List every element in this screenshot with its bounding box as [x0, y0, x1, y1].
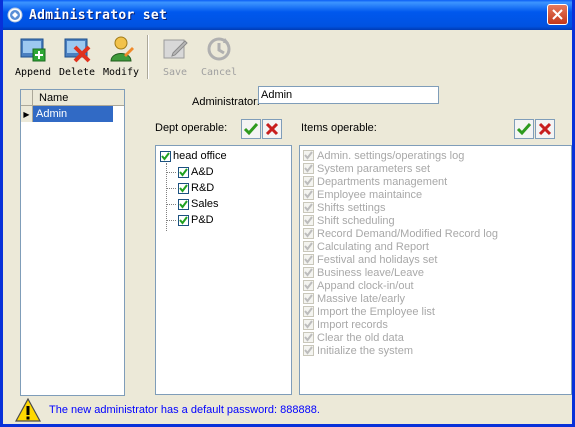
tree-item-dept[interactable]: P&D — [178, 213, 214, 227]
list-item[interactable]: Clear the old data — [303, 331, 404, 344]
checkbox[interactable] — [303, 332, 314, 343]
append-label: Append — [14, 67, 52, 78]
administrator-input[interactable] — [258, 86, 439, 104]
checkbox[interactable] — [178, 198, 189, 210]
tree-item-head-office[interactable]: head office — [160, 149, 227, 163]
list-item[interactable]: Import the Employee list — [303, 305, 435, 318]
delete-button[interactable]: Delete — [55, 33, 99, 83]
window-title: Administrator set — [29, 7, 168, 23]
administrator-set-window: Administrator set Append Delete Modify S… — [0, 0, 575, 427]
department-tree: head office A&D R&D Sales P&D — [155, 145, 292, 395]
list-item[interactable]: Business leave/Leave — [303, 266, 424, 279]
toolbar-separator — [147, 35, 149, 79]
tree-item-label: R&D — [191, 182, 215, 194]
tree-item-label: head office — [173, 150, 227, 162]
list-item[interactable]: Departments management — [303, 175, 447, 188]
administrator-grid[interactable]: Name ▶ Admin — [20, 89, 125, 396]
checkbox[interactable] — [160, 150, 171, 162]
checkbox[interactable] — [303, 228, 314, 239]
checkbox[interactable] — [303, 280, 314, 291]
checkbox[interactable] — [178, 166, 189, 178]
delete-label: Delete — [58, 67, 96, 78]
items-operable-list: Admin. settings/operatings log System pa… — [299, 145, 572, 395]
append-button[interactable]: Append — [11, 33, 55, 83]
toolbar: Append Delete Modify Save Cancel — [11, 33, 241, 83]
list-item[interactable]: System parameters set — [303, 162, 430, 175]
close-button[interactable] — [547, 4, 568, 25]
dept-select-all-button[interactable] — [241, 119, 261, 139]
administrator-label: Administrator: — [192, 96, 260, 108]
status-message: The new administrator has a default pass… — [49, 404, 320, 416]
items-clear-all-button[interactable] — [535, 119, 555, 139]
title-bar: Administrator set — [3, 0, 572, 30]
cross-icon — [538, 122, 552, 136]
dept-operable-label: Dept operable: — [155, 122, 228, 134]
save-label: Save — [162, 67, 188, 78]
list-item[interactable]: Shift scheduling — [303, 214, 395, 227]
checkbox[interactable] — [303, 163, 314, 174]
tree-item-dept[interactable]: A&D — [178, 165, 214, 179]
checkbox[interactable] — [303, 215, 314, 226]
grid-header: Name — [21, 90, 124, 106]
list-item[interactable]: Record Demand/Modified Record log — [303, 227, 498, 240]
checkbox[interactable] — [303, 319, 314, 330]
list-item[interactable]: Appand clock-in/out — [303, 279, 414, 292]
dept-clear-all-button[interactable] — [262, 119, 282, 139]
close-icon — [552, 9, 563, 20]
warning-icon — [15, 398, 41, 422]
cancel-label: Cancel — [200, 67, 238, 78]
checkbox[interactable] — [303, 254, 314, 265]
list-item[interactable]: Festival and holidays set — [303, 253, 437, 266]
cancel-button[interactable]: Cancel — [197, 33, 241, 83]
checkbox[interactable] — [303, 202, 314, 213]
checkbox[interactable] — [303, 267, 314, 278]
items-operable-label: Items operable: — [301, 122, 377, 134]
check-icon — [516, 123, 532, 136]
save-icon — [163, 39, 188, 59]
admin-name-cell[interactable]: Admin — [33, 106, 113, 122]
checkbox[interactable] — [178, 214, 189, 226]
table-row[interactable]: ▶ Admin — [21, 106, 124, 122]
checkbox[interactable] — [303, 241, 314, 252]
modify-button[interactable]: Modify — [99, 33, 143, 83]
checkbox[interactable] — [303, 150, 314, 161]
list-item[interactable]: Initialize the system — [303, 344, 413, 357]
checkbox[interactable] — [178, 182, 189, 194]
checkbox[interactable] — [303, 293, 314, 304]
delete-icon — [64, 38, 91, 63]
list-item[interactable]: Shifts settings — [303, 201, 385, 214]
checkbox[interactable] — [303, 176, 314, 187]
tree-item-label: P&D — [191, 214, 214, 226]
tree-item-label: Sales — [191, 198, 219, 210]
list-item[interactable]: Admin. settings/operatings log — [303, 149, 464, 162]
name-column-header[interactable]: Name — [33, 90, 68, 105]
modify-label: Modify — [102, 67, 140, 78]
status-bar: The new administrator has a default pass… — [15, 398, 320, 422]
save-button[interactable]: Save — [153, 33, 197, 83]
modify-icon — [110, 36, 134, 62]
tree-item-dept[interactable]: R&D — [178, 181, 214, 195]
checkbox[interactable] — [303, 189, 314, 200]
row-indicator-icon: ▶ — [21, 106, 33, 122]
list-item[interactable]: Calculating and Report — [303, 240, 429, 253]
check-icon — [243, 123, 259, 136]
list-item[interactable]: Employee maintaince — [303, 188, 422, 201]
list-item[interactable]: Massive late/early — [303, 292, 405, 305]
checkbox[interactable] — [303, 345, 314, 356]
tree-item-dept[interactable]: Sales — [178, 197, 219, 211]
checkbox[interactable] — [303, 306, 314, 317]
append-icon — [20, 38, 46, 62]
list-item[interactable]: Import records — [303, 318, 388, 331]
cross-icon — [265, 122, 279, 136]
items-select-all-button[interactable] — [514, 119, 534, 139]
tree-item-label: A&D — [191, 166, 214, 178]
cancel-icon — [207, 37, 231, 61]
app-icon — [7, 7, 23, 23]
